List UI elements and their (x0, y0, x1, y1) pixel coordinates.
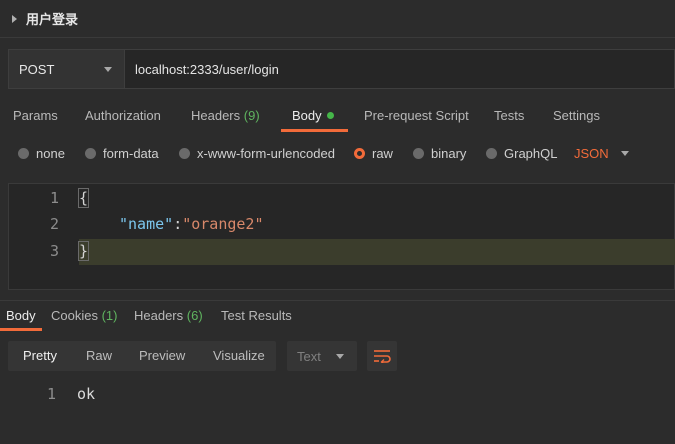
json-string-value: "orange2" (182, 215, 264, 233)
pretty-button[interactable]: Pretty (23, 348, 57, 363)
method-label: POST (19, 61, 55, 77)
response-format-select[interactable]: Text (287, 341, 357, 371)
tab-body-label: Body (292, 108, 322, 123)
tab-response-headers-label: Headers (134, 308, 184, 323)
response-format-label: Text (297, 348, 321, 364)
radio-circle-selected (354, 148, 365, 159)
tab-cookies[interactable]: Cookies (1) (51, 308, 117, 323)
code-line-2: "name":"orange2" (119, 215, 264, 233)
radio-circle (85, 148, 96, 159)
json-key: "name" (119, 215, 174, 233)
close-brace: } (77, 241, 90, 261)
tab-authorization[interactable]: Authorization (85, 108, 161, 123)
request-title[interactable]: 用户登录 (26, 9, 78, 28)
line-number: 2 (49, 215, 59, 233)
response-body[interactable]: 1 ok (0, 383, 675, 407)
response-tabs: Body Cookies (1) Headers (6) Test Result… (0, 300, 675, 332)
code-line-1: { (77, 188, 90, 208)
tab-prerequest-script[interactable]: Pre-request Script (364, 108, 469, 123)
chevron-down-icon (336, 353, 344, 359)
radio-raw-label: raw (372, 146, 393, 161)
tab-settings[interactable]: Settings (553, 108, 600, 123)
line-number: 1 (46, 385, 56, 403)
radio-circle (18, 148, 29, 159)
chevron-down-icon (104, 66, 112, 72)
method-select[interactable]: POST (9, 50, 125, 88)
active-tab-underline (281, 129, 348, 132)
response-headers-count-badge: (6) (186, 308, 203, 323)
radio-graphql-label: GraphQL (504, 146, 558, 161)
radio-circle (486, 148, 497, 159)
radio-form-data[interactable]: form-data (85, 146, 159, 161)
body-format-label: JSON (574, 146, 609, 161)
tab-body[interactable]: Body (292, 108, 334, 123)
radio-raw[interactable]: raw (354, 146, 393, 161)
radio-circle (179, 148, 190, 159)
line-number: 3 (49, 242, 59, 260)
tab-headers-label: Headers (191, 108, 241, 123)
cookies-count-badge: (1) (101, 308, 118, 323)
body-type-options: none form-data x-www-form-urlencoded raw… (0, 142, 675, 164)
caret-right-icon[interactable] (12, 14, 17, 23)
tab-response-headers[interactable]: Headers (6) (134, 308, 203, 323)
radio-none[interactable]: none (18, 146, 65, 161)
radio-binary[interactable]: binary (413, 146, 466, 161)
line-number: 1 (49, 189, 59, 207)
headers-count-badge: (9) (243, 108, 260, 123)
chevron-down-icon (620, 151, 629, 156)
request-title-bar[interactable]: 用户登录 (0, 0, 675, 38)
radio-form-data-label: form-data (103, 146, 159, 161)
open-brace: { (77, 188, 90, 208)
preview-button[interactable]: Preview (139, 348, 185, 363)
tab-test-results[interactable]: Test Results (221, 308, 292, 323)
radio-none-label: none (36, 146, 65, 161)
tab-cookies-label: Cookies (51, 308, 98, 323)
radio-binary-label: binary (431, 146, 467, 161)
tab-response-body[interactable]: Body (6, 308, 36, 323)
response-text: ok (77, 385, 96, 403)
visualize-button[interactable]: Visualize (213, 348, 265, 363)
request-tabs: Params Authorization Headers (9) Body Pr… (0, 100, 675, 132)
active-tab-underline (0, 328, 42, 331)
url-bar: POST (8, 49, 675, 89)
radio-graphql[interactable]: GraphQL (486, 146, 557, 161)
current-line-highlight (79, 239, 675, 265)
wrap-lines-icon (374, 350, 391, 363)
request-body-editor[interactable]: 1 2 3 { "name":"orange2" } (8, 183, 675, 290)
radio-circle (413, 148, 424, 159)
radio-urlencoded-label: x-www-form-urlencoded (197, 146, 335, 161)
radio-urlencoded[interactable]: x-www-form-urlencoded (179, 146, 335, 161)
wrap-lines-button[interactable] (367, 341, 397, 371)
url-input[interactable] (125, 50, 674, 88)
view-mode-group: Pretty Raw Preview Visualize (8, 341, 276, 371)
body-indicator-dot (326, 112, 334, 119)
body-format-select[interactable]: JSON (574, 146, 629, 161)
json-colon: : (173, 215, 183, 233)
tab-tests[interactable]: Tests (494, 108, 524, 123)
tab-headers[interactable]: Headers (9) (191, 108, 260, 123)
tab-params[interactable]: Params (13, 108, 58, 123)
raw-button[interactable]: Raw (86, 348, 112, 363)
code-line-3: } (77, 241, 90, 261)
